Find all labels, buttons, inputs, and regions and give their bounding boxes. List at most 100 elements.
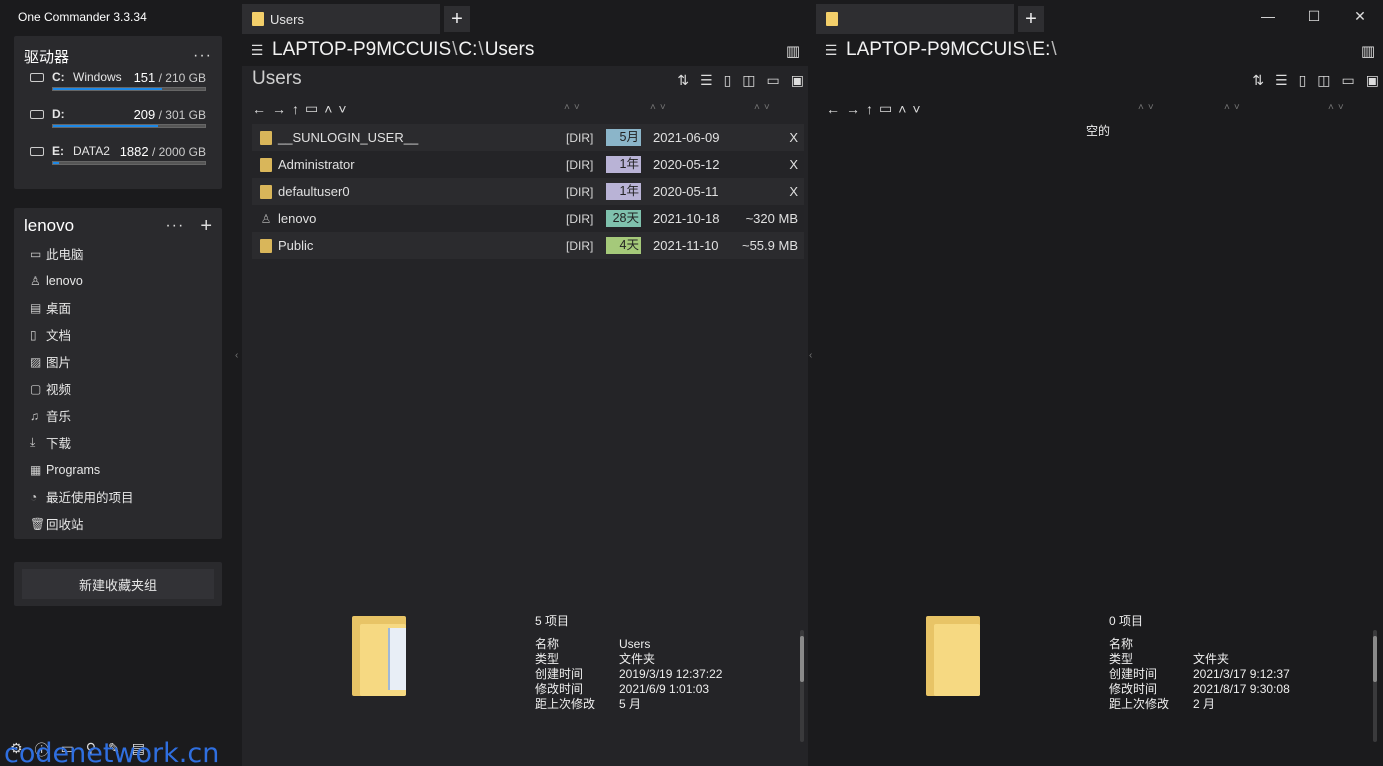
scrollbar[interactable] (1373, 630, 1377, 742)
drive-letter: D: (52, 107, 65, 121)
forward-icon[interactable]: → (272, 101, 286, 117)
sort-date-arrows[interactable]: ˄˅ (650, 102, 670, 113)
property-value: 2019/3/19 12:37:22 (619, 667, 723, 681)
hamburger-icon[interactable]: ☰ (242, 42, 272, 59)
sidebar-item-video[interactable]: ▢ 视频 (24, 375, 212, 402)
drive-item[interactable]: D: 209 / 301 GB (24, 105, 212, 142)
open-folder-icon[interactable]: ▭ (305, 100, 318, 117)
path-host[interactable]: LAPTOP-P9MCCUIS (846, 39, 1025, 60)
scrollbar[interactable] (800, 630, 804, 742)
sidebar-item-desktop[interactable]: ▤ 桌面 (24, 294, 212, 321)
sort-type-arrows[interactable]: ˄˅ (564, 102, 584, 113)
sidebar-item-programs[interactable]: ▦ Programs (24, 456, 212, 483)
new-folder-icon[interactable]: ◫ (1317, 72, 1330, 89)
sidebar-item-picture[interactable]: ▨ 图片 (24, 348, 212, 375)
tab-e-drive[interactable] (816, 4, 1014, 34)
age-badge: 4天 (606, 237, 641, 254)
add-tab-button[interactable]: + (1018, 6, 1044, 32)
paste-icon[interactable]: ▣ (791, 72, 804, 89)
table-row[interactable]: ♙ lenovo [DIR] 28天 2021-10-18 ~320 MB (252, 205, 804, 232)
new-folder-icon[interactable]: ◫ (742, 72, 755, 89)
file-type: [DIR] (566, 238, 594, 253)
desktop-icon: ▤ (30, 300, 42, 315)
up-icon[interactable]: ↑ (292, 101, 299, 117)
sort-date-arrows[interactable]: ˄˅ (1224, 102, 1244, 113)
copy-icon[interactable]: ▭ (1342, 72, 1355, 89)
new-favorite-group-button[interactable]: 新建收藏夹组 (22, 569, 214, 599)
chevron-down-icon[interactable]: ˅ (338, 101, 346, 117)
tab-users[interactable]: Users (242, 4, 440, 34)
sidebar-item-computer[interactable]: ▭ 此电脑 (24, 240, 212, 267)
property-value: 2021/6/9 1:01:03 (619, 682, 710, 696)
navigation-row: ← → ↑ ▭ ˄ ˅ (826, 100, 921, 117)
sidebar-item-label: Programs (46, 462, 101, 477)
columns-view-icon[interactable]: ▥ (1361, 42, 1375, 60)
paste-icon[interactable]: ▣ (1366, 72, 1379, 89)
path-host[interactable]: LAPTOP-P9MCCUIS (272, 39, 451, 60)
sort-size-arrows[interactable]: ˄˅ (1328, 102, 1348, 113)
drive-item[interactable]: C: Windows 151 / 210 GB (24, 68, 212, 105)
sidebar-item-label: lenovo (46, 273, 83, 288)
new-file-icon[interactable]: ▯ (1299, 72, 1307, 89)
sidebar-item-recent[interactable]: ◔ 最近使用的项目 (24, 483, 212, 510)
sort-size-arrows[interactable]: ˄˅ (754, 102, 774, 113)
chevron-up-icon[interactable]: ˄ (324, 101, 332, 117)
sidebar-item-label: 文档 (46, 329, 72, 343)
path-folder[interactable]: Users (485, 39, 535, 60)
new-group-card: 新建收藏夹组 (14, 562, 222, 606)
download-icon: ⤓ (30, 435, 36, 449)
open-folder-icon[interactable]: ▭ (879, 100, 892, 117)
back-icon[interactable]: ← (252, 101, 266, 117)
table-row[interactable]: Public [DIR] 4天 2021-11-10 ~55.9 MB (252, 232, 804, 259)
up-icon[interactable]: ↑ (866, 101, 873, 117)
address-bar[interactable]: ☰ LAPTOP-P9MCCUIS\E:\ ▥ (816, 34, 1383, 66)
path-drive[interactable]: C: (458, 39, 477, 60)
table-row[interactable]: __SUNLOGIN_USER__ [DIR] 5月 2021-06-09 X (252, 124, 804, 151)
file-list-area: Users ⇅ ☰ ▯ ◫ ▭ ▣ ← → ↑ ▭ ˄ ˅ ˄˅ ˄˅ ˄˅ _… (242, 66, 808, 766)
sidebar-item-music[interactable]: ♫ 音乐 (24, 402, 212, 429)
sidebar-item-document[interactable]: ▯ 文档 (24, 321, 212, 348)
recent-icon: ◔ (30, 489, 38, 504)
sidebar-item-recycle-bin[interactable]: 🗑 回收站 (24, 510, 212, 537)
property-row: 修改时间 2021/6/9 1:01:03 (535, 682, 722, 697)
add-tab-button[interactable]: + (444, 6, 470, 32)
sidebar-item-download[interactable]: ⤓ 下载 (24, 429, 212, 456)
columns-view-icon[interactable]: ▥ (786, 42, 800, 60)
sidebar-item-label: 回收站 (46, 518, 84, 532)
hamburger-icon[interactable]: ☰ (816, 42, 846, 59)
table-row[interactable]: Administrator [DIR] 1年 2020-05-12 X (252, 151, 804, 178)
right-pane: + ☰ LAPTOP-P9MCCUIS\E:\ ▥ ⇅ ☰ ▯ ◫ ▭ ▣ ← … (816, 4, 1383, 766)
property-key: 修改时间 (1109, 682, 1158, 696)
new-file-icon[interactable]: ▯ (724, 72, 732, 89)
back-icon[interactable]: ← (826, 101, 840, 117)
copy-icon[interactable]: ▭ (767, 72, 780, 89)
file-size: X (789, 184, 798, 199)
list-view-icon[interactable]: ☰ (700, 72, 713, 89)
add-favorite-button[interactable]: + (200, 215, 212, 238)
property-value: 文件夹 (619, 652, 656, 666)
chevron-up-icon[interactable]: ˄ (898, 101, 906, 117)
list-view-icon[interactable]: ☰ (1275, 72, 1288, 89)
modified-date: 2021-10-18 (653, 211, 720, 226)
sort-icon[interactable]: ⇅ (677, 72, 689, 89)
drives-menu-button[interactable]: ··· (193, 47, 212, 65)
sort-icon[interactable]: ⇅ (1252, 72, 1264, 89)
drive-icon (30, 73, 44, 82)
sort-type-arrows[interactable]: ˄˅ (1138, 102, 1158, 113)
splitter-handle[interactable]: ‹ (809, 350, 812, 361)
file-name: Public (278, 238, 314, 253)
path-separator: \ (1051, 39, 1057, 60)
property-row: 名称 (1109, 637, 1290, 652)
sidebar-item-label: 桌面 (46, 302, 72, 316)
sidebar-item-user[interactable]: ♙ lenovo (24, 267, 212, 294)
splitter-handle[interactable]: ‹ (235, 350, 238, 361)
table-row[interactable]: defaultuser0 [DIR] 1年 2020-05-11 X (252, 178, 804, 205)
drive-item[interactable]: E: DATA2 1882 / 2000 GB (24, 142, 212, 179)
forward-icon[interactable]: → (846, 101, 860, 117)
path-drive[interactable]: E: (1032, 39, 1050, 60)
favorites-menu-button[interactable]: ··· (165, 217, 184, 235)
address-bar[interactable]: ☰ LAPTOP-P9MCCUIS\C:\Users ▥ (242, 34, 808, 66)
chevron-down-icon[interactable]: ˅ (912, 101, 920, 117)
folder-icon (260, 130, 272, 145)
file-size: ~55.9 MB (741, 238, 798, 253)
